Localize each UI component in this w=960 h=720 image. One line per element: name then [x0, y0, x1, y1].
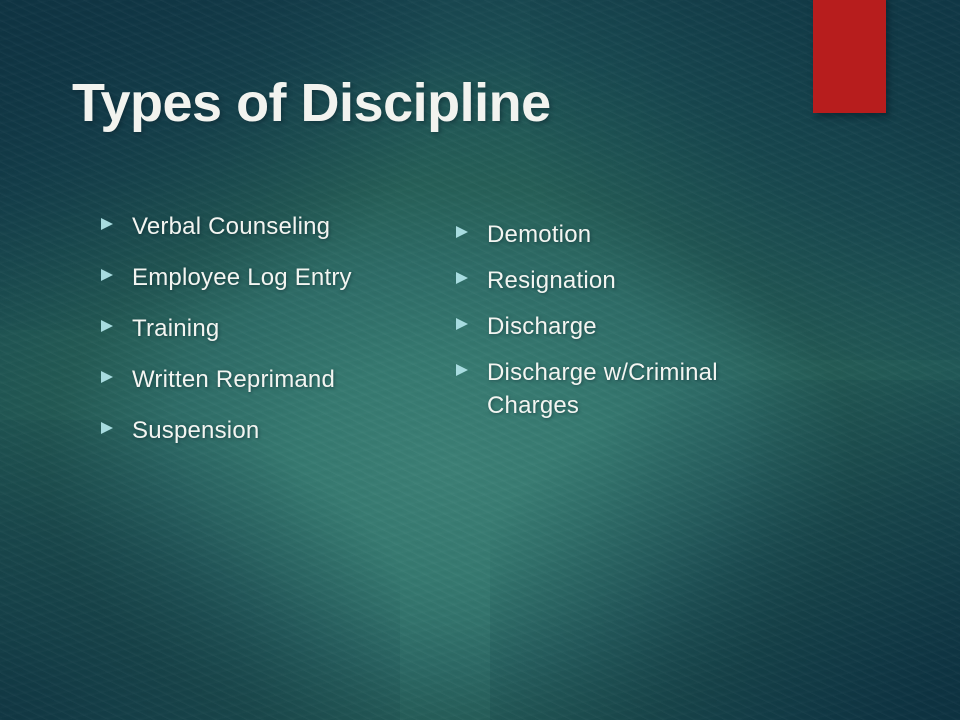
- list-item-label: Suspension: [132, 417, 260, 444]
- triangle-right-icon: [100, 421, 114, 435]
- triangle-right-icon: [100, 268, 114, 282]
- triangle-right-icon: [100, 370, 114, 384]
- list-item: Demotion: [455, 218, 775, 251]
- list-item-label: Written Reprimand: [132, 366, 336, 393]
- list-item: Resignation: [455, 264, 775, 297]
- triangle-right-icon: [455, 271, 469, 285]
- list-item: Verbal Counseling: [100, 210, 430, 243]
- list-item-label: Discharge: [487, 313, 597, 340]
- list-item: Discharge: [455, 310, 775, 343]
- page-title: Types of Discipline: [72, 73, 551, 134]
- list-item-label: Resignation: [487, 267, 616, 294]
- triangle-right-icon: [455, 317, 469, 331]
- list-item: Employee Log Entry: [100, 261, 430, 294]
- list-item: Training: [100, 312, 430, 345]
- red-accent-bar: [813, 0, 886, 113]
- triangle-right-icon: [455, 363, 469, 377]
- triangle-right-icon: [100, 217, 114, 231]
- list-item-label: Training: [132, 315, 220, 342]
- list-item: Discharge w/Criminal Charges: [455, 356, 775, 422]
- list-item-label: Demotion: [487, 221, 592, 248]
- bullet-list-left: Verbal Counseling Employee Log Entry Tra…: [100, 210, 430, 465]
- slide-canvas: Types of Discipline Verbal Counseling Em…: [0, 0, 960, 720]
- list-item-label: Employee Log Entry: [132, 264, 352, 291]
- triangle-right-icon: [100, 319, 114, 333]
- list-item-label: Discharge w/Criminal Charges: [487, 359, 718, 419]
- list-item: Suspension: [100, 414, 430, 447]
- triangle-right-icon: [455, 225, 469, 239]
- list-item: Written Reprimand: [100, 363, 430, 396]
- list-item-label: Verbal Counseling: [132, 213, 331, 240]
- bullet-list-right: Demotion Resignation Discharge Discharge…: [455, 218, 775, 435]
